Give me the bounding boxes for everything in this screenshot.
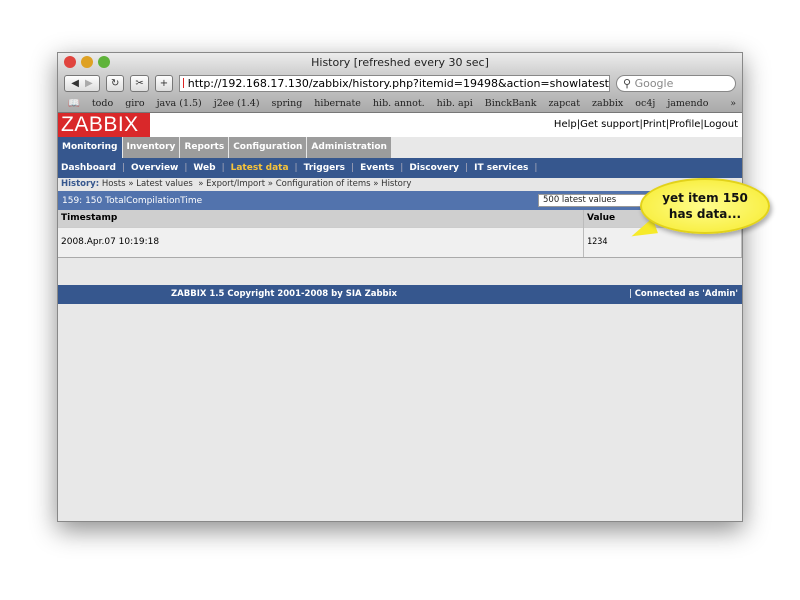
bookmark[interactable]: zapcat (548, 98, 580, 109)
subtab-overview[interactable]: Overview (131, 163, 178, 173)
tab-reports[interactable]: Reports (180, 137, 229, 158)
window-title: History [refreshed every 30 sec] (311, 56, 489, 69)
connected-as-text: Connected as 'Admin' (634, 289, 738, 299)
main-tabs: Monitoring Inventory Reports Configurati… (58, 137, 742, 158)
browser-toolbar: ◀ ▶ ↻ ✂ + http://192.168.17.130/zabbix/h… (58, 72, 742, 94)
url-text: http://192.168.17.130/zabbix/history.php… (187, 76, 609, 90)
title-bar: History [refreshed every 30 sec] (58, 53, 742, 72)
breadcrumb-hosts[interactable]: Hosts (102, 179, 126, 189)
subtab-latest-data[interactable]: Latest data (231, 163, 289, 173)
favicon-icon (183, 78, 184, 88)
copyright-text: ZABBIX 1.5 Copyright 2001-2008 by SIA Za… (171, 289, 398, 299)
breadcrumb-export-import[interactable]: Export/Import (206, 179, 265, 189)
top-links: Help|Get support|Print|Profile|Logout (553, 119, 738, 130)
bookmarks-book-icon[interactable]: 📖 (68, 98, 80, 109)
back-button[interactable]: ◀ (71, 78, 79, 89)
bookmark[interactable]: hibernate (314, 98, 361, 109)
bookmark[interactable]: spring (272, 98, 303, 109)
subtab-triggers[interactable]: Triggers (304, 163, 345, 173)
breadcrumb-config-items[interactable]: Configuration of items (276, 179, 371, 189)
breadcrumb-label: History: (61, 179, 100, 189)
logout-link[interactable]: Logout (704, 119, 738, 130)
tab-monitoring[interactable]: Monitoring (58, 137, 122, 158)
timestamp-cell: 2008.Apr.07 10:19:18 (58, 226, 584, 258)
bookmark[interactable]: jamendo (667, 98, 708, 109)
subtab-events[interactable]: Events (360, 163, 394, 173)
bookmarks-bar: 📖 todo giro java (1.5) j2ee (1.4) spring… (58, 94, 742, 113)
callout-bubble: yet item 150 has data... (640, 178, 770, 234)
search-field[interactable]: ⚲ Google (616, 74, 736, 92)
bookmark[interactable]: oc4j (635, 98, 655, 109)
tab-administration[interactable]: Administration (307, 137, 391, 158)
browser-window: History [refreshed every 30 sec] ◀ ▶ ↻ ✂… (57, 52, 743, 522)
bookmark[interactable]: giro (125, 98, 144, 109)
close-button[interactable] (64, 56, 76, 68)
search-placeholder: Google (634, 76, 674, 90)
item-title: 159: 150 TotalCompilationTime (62, 195, 203, 206)
forward-button[interactable]: ▶ (85, 78, 93, 89)
breadcrumb: History: Hosts » Latest values » Export/… (58, 178, 742, 191)
subtab-dashboard[interactable]: Dashboard (61, 163, 116, 173)
subtab-it-services[interactable]: IT services (474, 163, 528, 173)
bookmark[interactable]: todo (92, 98, 113, 109)
bookmark[interactable]: BinckBank (485, 98, 537, 109)
reload-button[interactable]: ↻ (106, 74, 125, 92)
get-support-link[interactable]: Get support (580, 119, 639, 130)
snip-button[interactable]: ✂ (130, 74, 149, 92)
breadcrumb-latest-values[interactable]: Latest values (136, 179, 193, 189)
zabbix-logo: ZABBIX (58, 113, 150, 137)
callout-line-2: has data... (668, 207, 742, 221)
callout-line-1: yet item 150 (662, 191, 748, 205)
subtab-web[interactable]: Web (193, 163, 215, 173)
zoom-button[interactable] (98, 56, 110, 68)
more-bookmarks-button[interactable]: » (730, 98, 736, 109)
minimize-button[interactable] (81, 56, 93, 68)
bookmark[interactable]: hib. annot. (373, 98, 425, 109)
column-header-timestamp: Timestamp (58, 210, 584, 227)
search-icon: ⚲ (623, 76, 635, 90)
bookmark[interactable]: hib. api (437, 98, 473, 109)
add-bookmark-button[interactable]: + (154, 74, 174, 92)
bookmark[interactable]: java (1.5) (157, 98, 202, 109)
footer: ZABBIX 1.5 Copyright 2001-2008 by SIA Za… (58, 284, 742, 304)
subtab-discovery[interactable]: Discovery (409, 163, 459, 173)
profile-link[interactable]: Profile (669, 119, 700, 130)
sub-tabs: Dashboard | Overview | Web | Latest data | T… (58, 158, 742, 178)
bookmark[interactable]: zabbix (592, 98, 623, 109)
bookmark[interactable]: j2ee (1.4) (214, 98, 260, 109)
help-link[interactable]: Help (554, 119, 577, 130)
tab-inventory[interactable]: Inventory (122, 137, 180, 158)
breadcrumb-history[interactable]: History (381, 179, 411, 189)
address-bar[interactable]: http://192.168.17.130/zabbix/history.php… (179, 74, 610, 92)
tab-configuration[interactable]: Configuration (229, 137, 307, 158)
print-link[interactable]: Print (643, 119, 666, 130)
